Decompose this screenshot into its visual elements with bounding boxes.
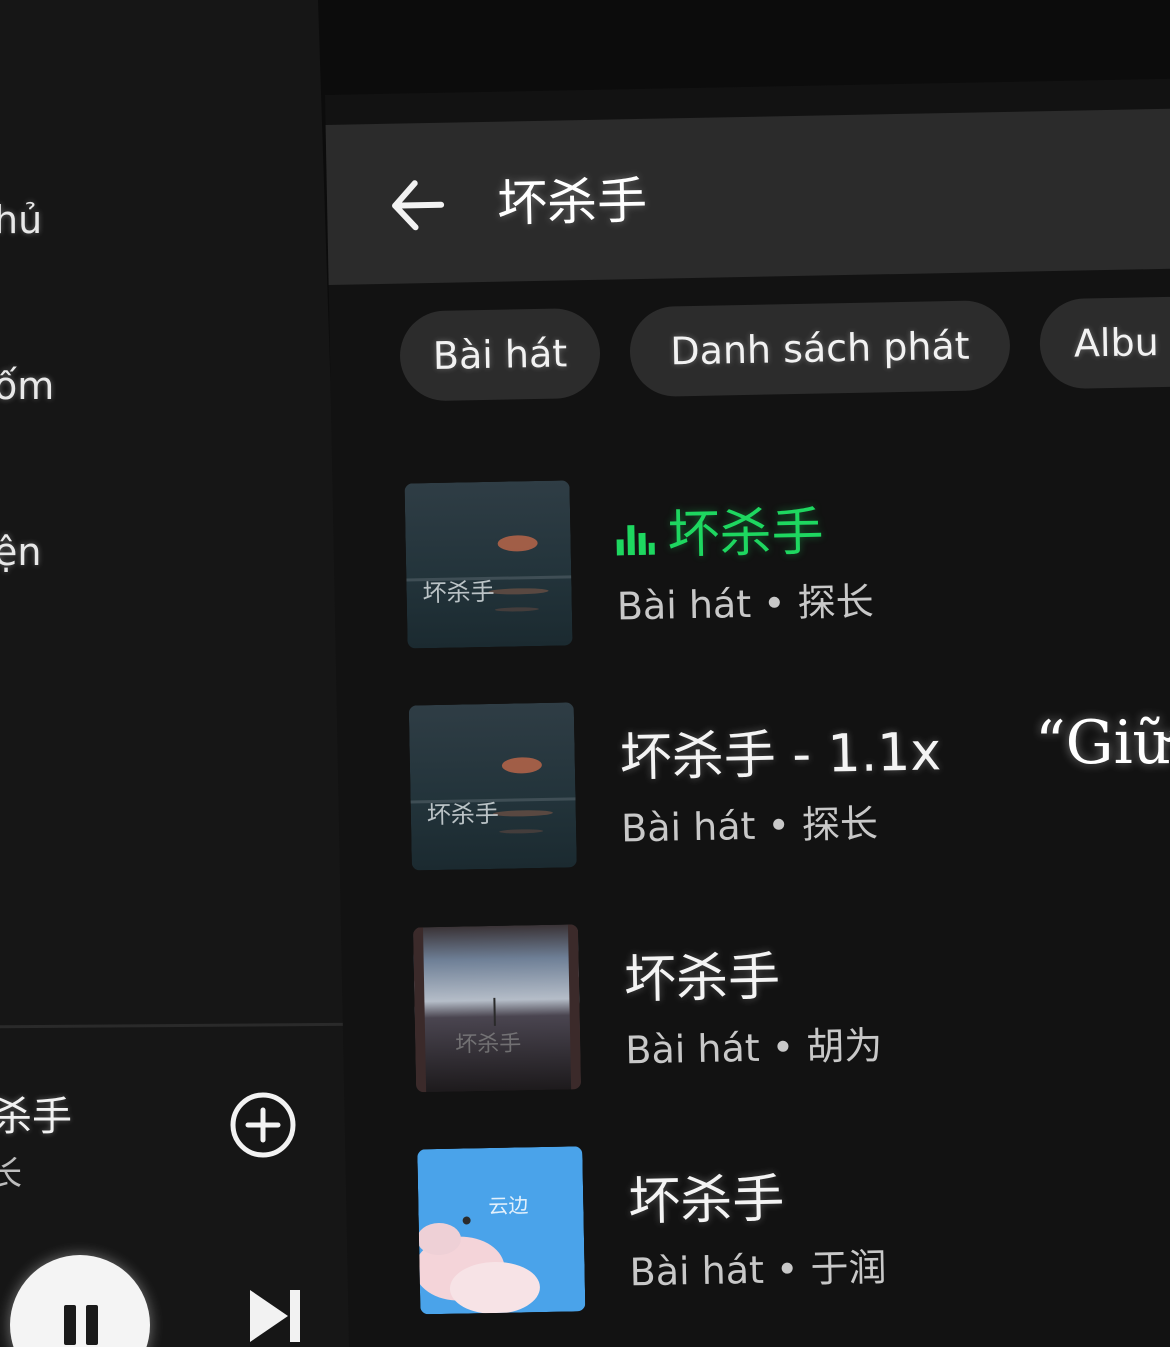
nav-item-home[interactable]: hủ — [0, 198, 42, 242]
app-screen: hủ ốm ện 杀手 长 坏杀手 Bài hát Danh sách phát… — [0, 0, 1170, 1347]
song-subtitle: Bài hát • 于润 — [629, 1245, 887, 1295]
search-query-title[interactable]: 坏杀手 — [496, 161, 648, 236]
svg-text:坏杀手: 坏杀手 — [427, 800, 500, 829]
overlay-quote-text: “Giữ — [1035, 708, 1170, 778]
song-title-text: 坏杀手 — [666, 502, 825, 566]
album-art: 云边 — [417, 1146, 586, 1315]
song-title: 坏杀手 — [615, 490, 824, 569]
divider — [0, 1022, 362, 1029]
skip-next-icon[interactable] — [244, 1284, 308, 1347]
song-subtitle: Bài hát • 探长 — [620, 801, 879, 851]
album-art: 坏杀手 — [404, 480, 573, 649]
nav-item-library[interactable]: ện — [0, 530, 41, 574]
chip-albums[interactable]: Albu — [1039, 295, 1170, 390]
song-title: 坏杀手 — [627, 1169, 785, 1233]
chip-songs[interactable]: Bài hát — [399, 307, 601, 402]
now-playing-equalizer-icon — [616, 525, 655, 556]
svg-text:坏杀手: 坏杀手 — [455, 1031, 521, 1057]
album-art: 坏杀手 — [412, 924, 582, 1093]
svg-text:坏杀手: 坏杀手 — [422, 578, 495, 607]
list-item[interactable]: 坏杀手 坏杀手 Bài hát • 探长 — [404, 468, 1170, 653]
chip-playlists[interactable]: Danh sách phát — [629, 299, 1011, 398]
pause-icon-bar — [86, 1305, 98, 1345]
song-subtitle: Bài hát • 胡为 — [624, 1023, 883, 1073]
album-art: 坏杀手 — [408, 702, 577, 871]
list-item[interactable]: 云边 坏杀手 Bài hát • 于润 — [417, 1134, 1170, 1319]
svg-text:云边: 云边 — [488, 1193, 528, 1218]
list-item[interactable]: 坏杀手 坏杀手 Bài hát • 胡为 — [412, 912, 1170, 1097]
now-playing-title[interactable]: 杀手 — [0, 1084, 72, 1142]
library-drawer: hủ ốm ện 杀手 长 — [0, 0, 362, 1347]
nav-item-search[interactable]: ốm — [0, 364, 54, 408]
pause-button[interactable] — [10, 1255, 150, 1347]
song-title: 坏杀手 - 1.1x — [619, 722, 942, 789]
now-playing-artist: 长 — [0, 1154, 22, 1194]
pause-icon — [64, 1305, 76, 1345]
add-to-library-icon[interactable] — [228, 1090, 298, 1160]
song-subtitle: Bài hát • 探长 — [616, 579, 875, 629]
search-header: 坏杀手 — [325, 107, 1170, 285]
song-title: 坏杀手 — [623, 947, 781, 1011]
back-arrow-icon[interactable] — [387, 175, 448, 236]
